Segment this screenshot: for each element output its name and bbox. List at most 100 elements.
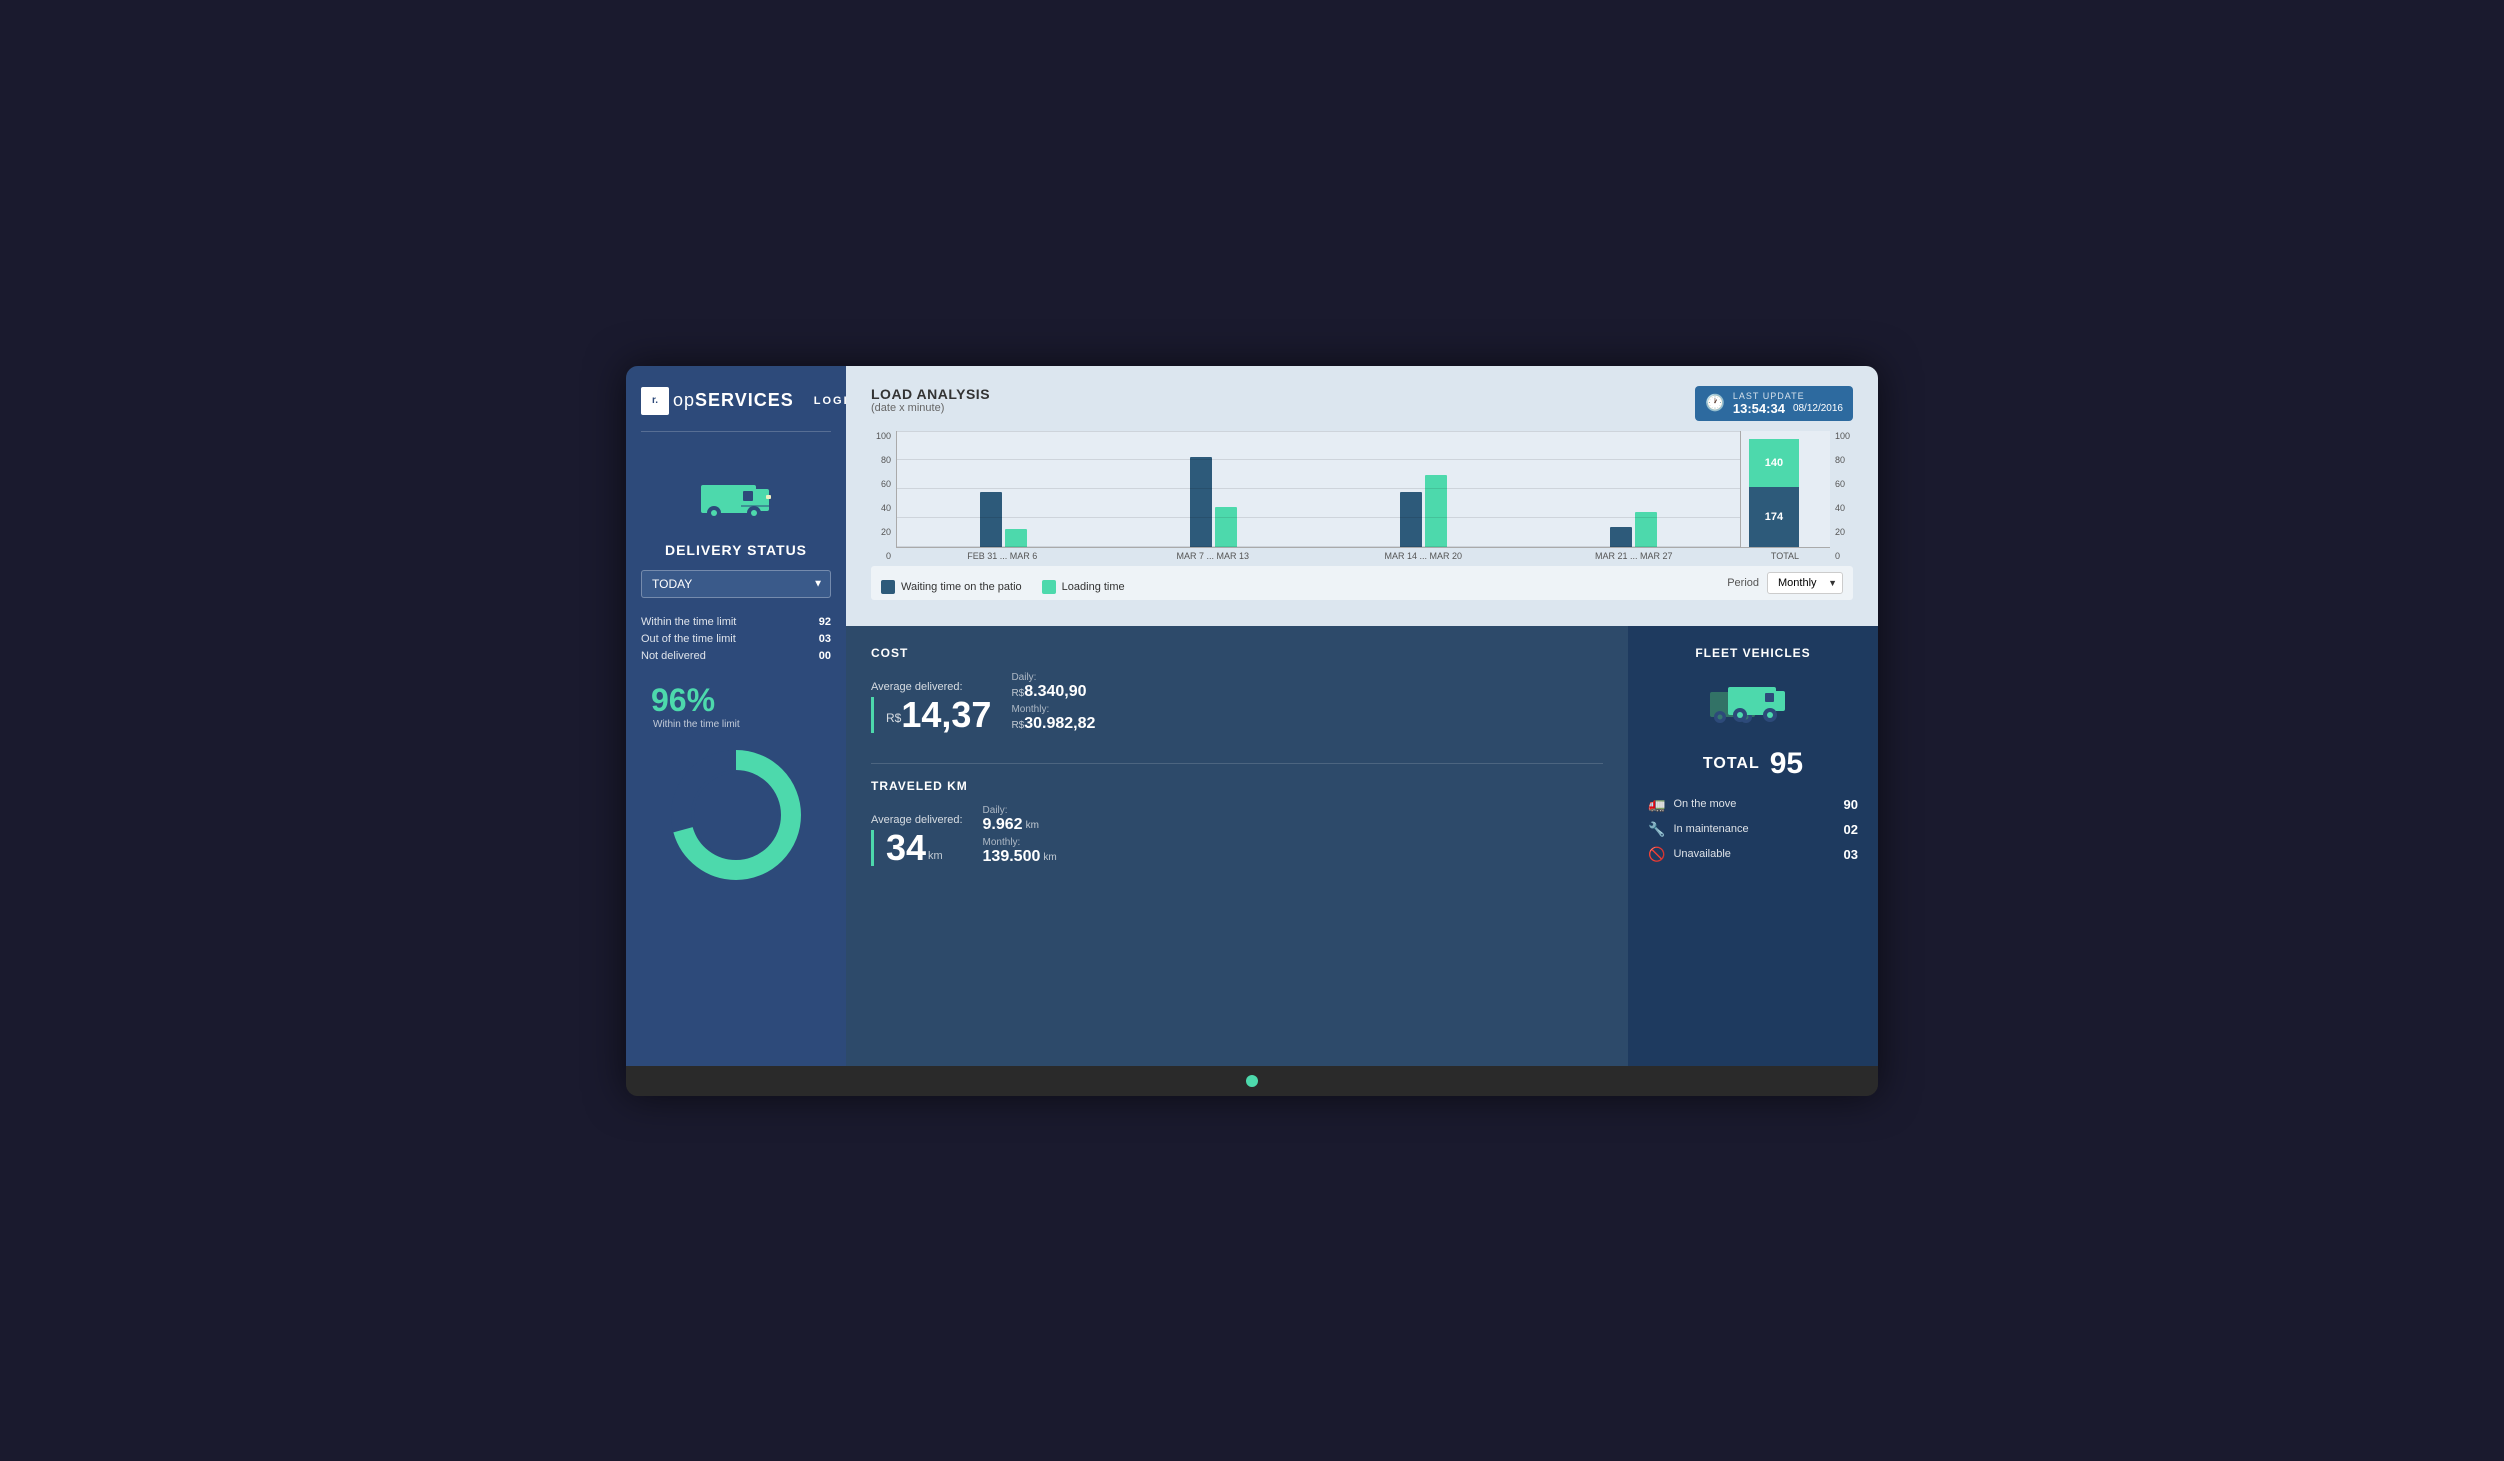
period-select-wrapper[interactable]: TODAY YESTERDAY THIS WEEK THIS MONTH ▼ <box>641 570 831 598</box>
cost-daily: Daily: R$ 8.340,90 <box>1011 672 1095 701</box>
stat-label-out: Out of the time limit <box>641 633 736 645</box>
period-select[interactable]: Daily Weekly Monthly Yearly <box>1767 572 1843 594</box>
chart-legend: Waiting time on the patio Loading time <box>881 580 1727 594</box>
fleet-section: FLEET VEHICLES <box>1628 626 1878 1066</box>
x-label-total: TOTAL <box>1740 548 1830 561</box>
fleet-label-move: On the move <box>1673 798 1736 810</box>
bar-group-2 <box>1117 457 1309 547</box>
km-metric-row: Average delivered: 34 km Daily: <box>871 805 1603 866</box>
stat-row-within: Within the time limit 92 <box>641 616 831 628</box>
fleet-label-maintenance: In maintenance <box>1673 823 1748 835</box>
fleet-value-unavailable: 03 <box>1844 847 1858 862</box>
logo-box: r. <box>641 387 669 415</box>
bar-dark-1 <box>980 492 1002 547</box>
bar-teal-1 <box>1005 529 1027 547</box>
period-selector: Period Daily Weekly Monthly Yearly ▼ <box>1727 572 1843 594</box>
percentage-subtitle: Within the time limit <box>653 719 740 730</box>
km-section: TRAVELED KM Average delivered: 34 km <box>871 779 1603 866</box>
cost-daily-label: Daily: <box>1011 672 1095 683</box>
bar-dark-4 <box>1610 527 1632 547</box>
delivery-status-title: DELIVERY STATUS <box>665 542 807 558</box>
fleet-label-unavailable: Unavailable <box>1673 848 1730 860</box>
fleet-value-maintenance: 02 <box>1844 822 1858 837</box>
fleet-trucks-icon <box>1708 677 1798 737</box>
chart-footer: Waiting time on the patio Loading time P… <box>871 566 1853 600</box>
fleet-stat-maintenance: 🔧 In maintenance 02 <box>1648 821 1858 838</box>
cost-currency: R$ <box>886 711 901 725</box>
cost-monthly-label: Monthly: <box>1011 704 1095 715</box>
bar-group-4 <box>1538 512 1730 547</box>
cost-average-label: Average delivered: <box>871 681 991 693</box>
bar-teal-4 <box>1635 512 1657 547</box>
stat-value-out: 03 <box>819 633 831 645</box>
bottom-area: COST Average delivered: R$ 14,37 <box>846 626 1878 1066</box>
bar-group-3 <box>1328 475 1520 547</box>
total-bar-teal: 140 <box>1749 439 1799 487</box>
last-update-badge: 🕐 LAST UPDATE 13:54:34 08/12/2016 <box>1695 386 1853 421</box>
x-labels: FEB 31 ... MAR 6 MAR 7 ... MAR 13 MAR 14… <box>896 548 1740 561</box>
km-monthly-value: 139.500 <box>983 848 1041 866</box>
chart-subtitle: (date x minute) <box>871 402 990 414</box>
main-chart: FEB 31 ... MAR 6 MAR 7 ... MAR 13 MAR 14… <box>896 431 1740 561</box>
bottom-dot <box>1246 1075 1258 1087</box>
km-monthly: Monthly: 139.500 km <box>983 837 1057 866</box>
km-title: TRAVELED KM <box>871 779 1603 793</box>
cost-metric-row: Average delivered: R$ 14,37 Daily: <box>871 672 1603 733</box>
update-date: 08/12/2016 <box>1793 403 1843 414</box>
legend-label-loading: Loading time <box>1062 581 1125 593</box>
ban-icon: 🚫 <box>1648 846 1665 863</box>
fleet-stat-unavailable: 🚫 Unavailable 03 <box>1648 846 1858 863</box>
chart-header: LOAD ANALYSIS (date x minute) 🕐 LAST UPD… <box>871 386 1853 421</box>
update-time: 13:54:34 <box>1733 401 1785 416</box>
x-label-2: MAR 7 ... MAR 13 <box>1117 551 1309 561</box>
stat-row-out: Out of the time limit 03 <box>641 633 831 645</box>
km-main-metric: 34 km <box>871 830 963 866</box>
fleet-total: TOTAL 95 <box>1703 747 1803 781</box>
delivery-period-select[interactable]: TODAY YESTERDAY THIS WEEK THIS MONTH <box>641 570 831 598</box>
truck-move-icon: 🚛 <box>1648 796 1665 813</box>
km-average-label: Average delivered: <box>871 814 963 826</box>
bar-teal-2 <box>1215 507 1237 547</box>
right-content: LOAD ANALYSIS (date x minute) 🕐 LAST UPD… <box>846 366 1878 1066</box>
cost-average-block: Average delivered: R$ 14,37 <box>871 681 991 733</box>
stat-label-not-delivered: Not delivered <box>641 650 706 662</box>
fleet-value-move: 90 <box>1844 797 1858 812</box>
cost-daily-currency: R$ <box>1011 688 1024 699</box>
cost-km-section: COST Average delivered: R$ 14,37 <box>846 626 1628 1066</box>
km-monthly-label: Monthly: <box>983 837 1057 848</box>
main-content: r. opSERVICES LOGISTICS <box>626 366 1878 1066</box>
cost-title: COST <box>871 646 1603 660</box>
legend-loading: Loading time <box>1042 580 1125 594</box>
update-info: LAST UPDATE 13:54:34 08/12/2016 <box>1733 391 1843 416</box>
cost-section: COST Average delivered: R$ 14,37 <box>871 646 1603 764</box>
x-label-1: FEB 31 ... MAR 6 <box>906 551 1098 561</box>
clock-icon: 🕐 <box>1705 393 1725 413</box>
fleet-stat-left-unavailable: 🚫 Unavailable <box>1648 846 1731 863</box>
km-average-value: 34 <box>886 830 926 866</box>
x-label-4: MAR 21 ... MAR 27 <box>1537 551 1729 561</box>
bar-group-1 <box>907 492 1099 547</box>
x-label-3: MAR 14 ... MAR 20 <box>1327 551 1519 561</box>
legend-label-waiting: Waiting time on the patio <box>901 581 1022 593</box>
y-axis: 100 80 60 40 20 0 <box>871 431 896 561</box>
chart-area: LOAD ANALYSIS (date x minute) 🕐 LAST UPD… <box>846 366 1878 626</box>
wrench-icon: 🔧 <box>1648 821 1665 838</box>
bottom-bar <box>626 1066 1878 1096</box>
legend-box-dark <box>881 580 895 594</box>
donut-chart <box>666 745 806 885</box>
chart-title-block: LOAD ANALYSIS (date x minute) <box>871 386 990 414</box>
delivery-stats: Within the time limit 92 Out of the time… <box>641 616 831 667</box>
fleet-stat-left-move: 🚛 On the move <box>1648 796 1736 813</box>
chart-bars-container: 100 80 60 40 20 0 <box>871 431 1853 561</box>
cost-main-metric: R$ 14,37 <box>871 697 991 733</box>
truck-icon <box>696 467 776 532</box>
legend-box-teal <box>1042 580 1056 594</box>
sidebar: r. opSERVICES LOGISTICS <box>626 366 846 1066</box>
cost-sub-metrics: Daily: R$ 8.340,90 Monthly: R$ <box>1011 672 1095 733</box>
fleet-total-value: 95 <box>1770 747 1803 781</box>
bar-teal-3 <box>1425 475 1447 547</box>
legend-waiting: Waiting time on the patio <box>881 580 1022 594</box>
km-daily-unit: km <box>1026 820 1039 831</box>
period-wrapper[interactable]: Daily Weekly Monthly Yearly ▼ <box>1767 572 1843 594</box>
logo-text: opSERVICES <box>673 390 794 411</box>
